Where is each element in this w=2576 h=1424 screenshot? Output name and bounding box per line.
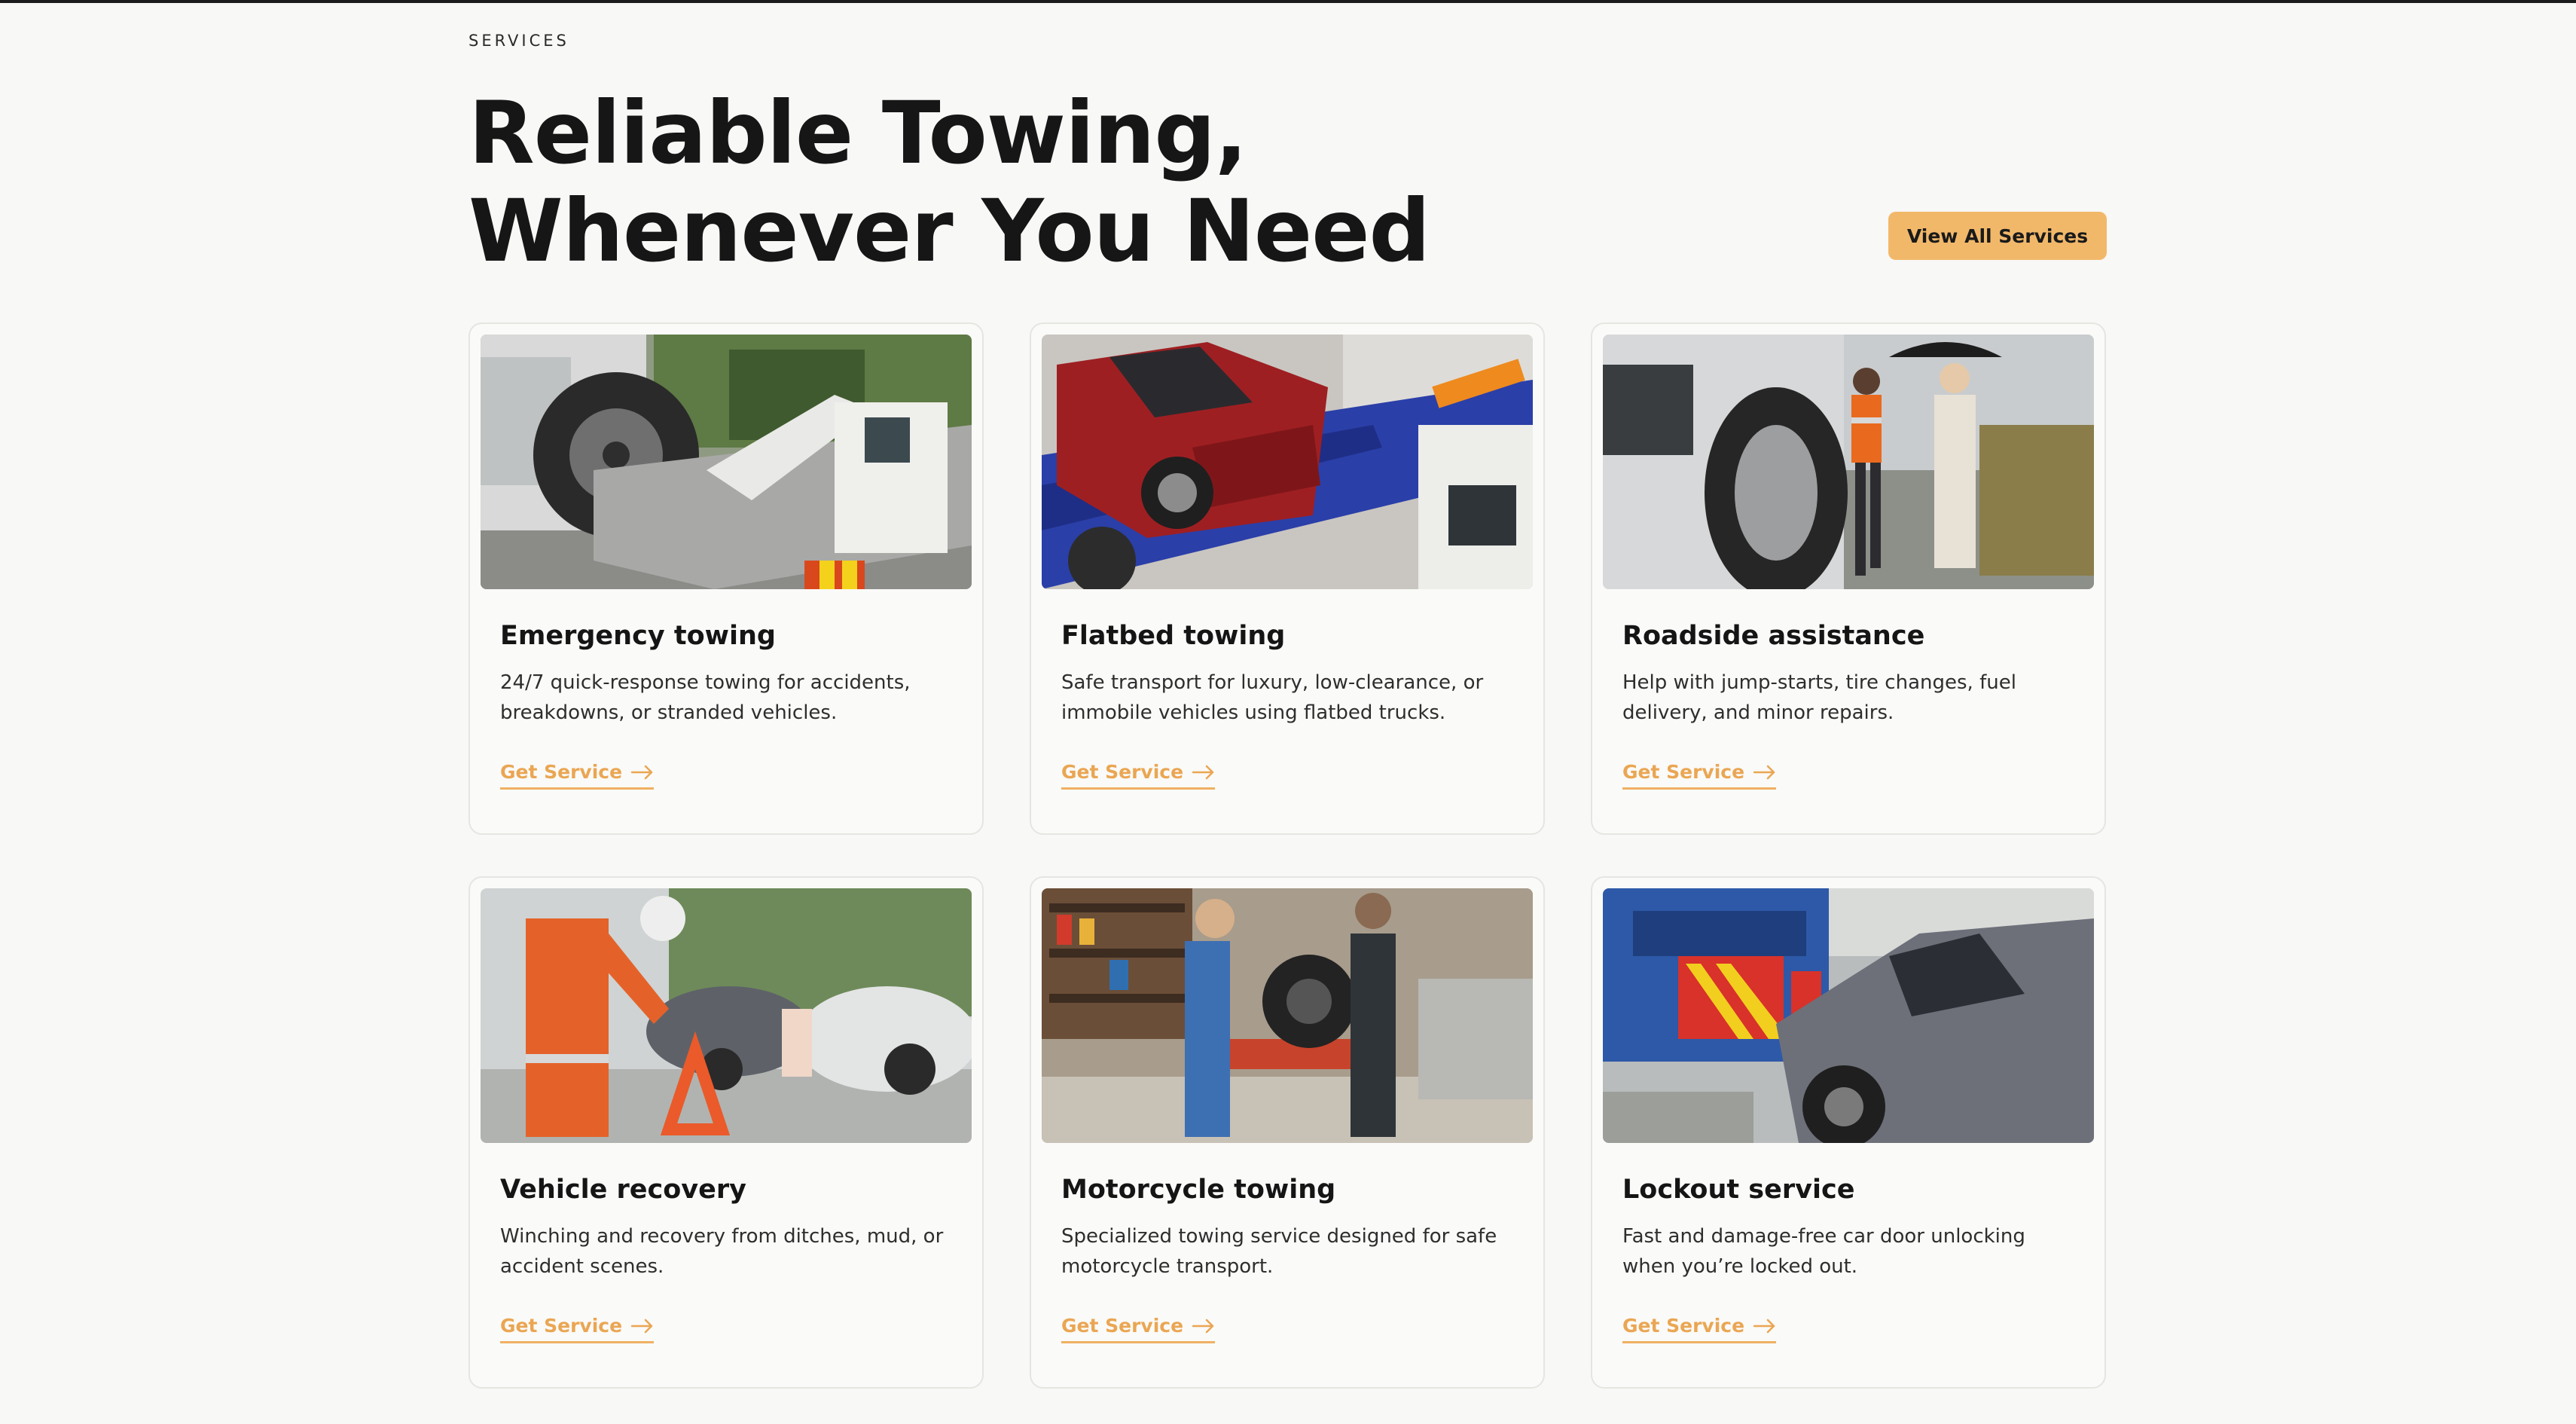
get-service-label: Get Service xyxy=(500,761,623,783)
card-title: Lockout service xyxy=(1622,1175,1855,1205)
card-title: Flatbed towing xyxy=(1061,621,1286,651)
section-eyebrow: SERVICES xyxy=(469,32,569,50)
card-description: Specialized towing service designed for … xyxy=(1061,1225,1497,1278)
card-title: Emergency towing xyxy=(500,621,776,651)
service-card-motorcycle-towing[interactable]: Motorcycle towing Specialized towing ser… xyxy=(1030,876,1545,1389)
card-description: 24/7 quick-response towing for accidents… xyxy=(500,671,911,724)
service-card-vehicle-recovery[interactable]: Vehicle recovery Winching and recovery f… xyxy=(469,876,984,1389)
red-car-on-flatbed-image xyxy=(1042,335,1533,589)
card-title: Motorcycle towing xyxy=(1061,1175,1336,1205)
card-description: Safe transport for luxury, low-clearance… xyxy=(1061,671,1484,724)
arrow-right-icon xyxy=(631,1319,654,1334)
get-service-link[interactable]: Get Service xyxy=(500,761,655,790)
section-headline: Reliable Towing, Whenever You Need xyxy=(469,84,1430,280)
card-description: Fast and damage-free car door unlocking … xyxy=(1622,1225,2025,1278)
headline-line-2: Whenever You Need xyxy=(469,181,1430,281)
mechanic-changing-tire-image xyxy=(1603,335,2094,589)
get-service-label: Get Service xyxy=(1061,1315,1184,1337)
view-all-services-button[interactable]: View All Services xyxy=(1888,212,2107,260)
get-service-label: Get Service xyxy=(1622,1315,1745,1337)
card-description: Winching and recovery from ditches, mud,… xyxy=(500,1225,944,1278)
card-description: Help with jump-starts, tire changes, fue… xyxy=(1622,671,2016,724)
services-grid: Emergency towing 24/7 quick-response tow… xyxy=(469,322,2107,1389)
get-service-link[interactable]: Get Service xyxy=(1061,761,1216,790)
service-card-roadside-assistance[interactable]: Roadside assistance Help with jump-start… xyxy=(1591,322,2106,835)
service-card-emergency-towing[interactable]: Emergency towing 24/7 quick-response tow… xyxy=(469,322,984,835)
get-service-link[interactable]: Get Service xyxy=(1061,1315,1216,1343)
get-service-link[interactable]: Get Service xyxy=(1622,1315,1777,1343)
motorcycle-workshop-image xyxy=(1042,888,1533,1143)
arrow-right-icon xyxy=(1192,1319,1215,1334)
arrow-right-icon xyxy=(631,765,654,780)
top-border xyxy=(0,0,2576,3)
arrow-right-icon xyxy=(1192,765,1215,780)
get-service-link[interactable]: Get Service xyxy=(1622,761,1777,790)
get-service-label: Get Service xyxy=(1622,761,1745,783)
arrow-right-icon xyxy=(1753,1319,1776,1334)
get-service-label: Get Service xyxy=(500,1315,623,1337)
service-card-lockout-service[interactable]: Lockout service Fast and damage-free car… xyxy=(1591,876,2106,1389)
arrow-right-icon xyxy=(1753,765,1776,780)
headline-line-1: Reliable Towing, xyxy=(469,83,1247,183)
get-service-label: Get Service xyxy=(1061,761,1184,783)
warning-triangle-accident-image xyxy=(481,888,972,1143)
tow-truck-loading-car-image xyxy=(481,335,972,589)
tow-truck-with-grey-car-image xyxy=(1603,888,2094,1143)
get-service-link[interactable]: Get Service xyxy=(500,1315,655,1343)
card-title: Vehicle recovery xyxy=(500,1175,746,1205)
card-title: Roadside assistance xyxy=(1622,621,1925,651)
service-card-flatbed-towing[interactable]: Flatbed towing Safe transport for luxury… xyxy=(1030,322,1545,835)
